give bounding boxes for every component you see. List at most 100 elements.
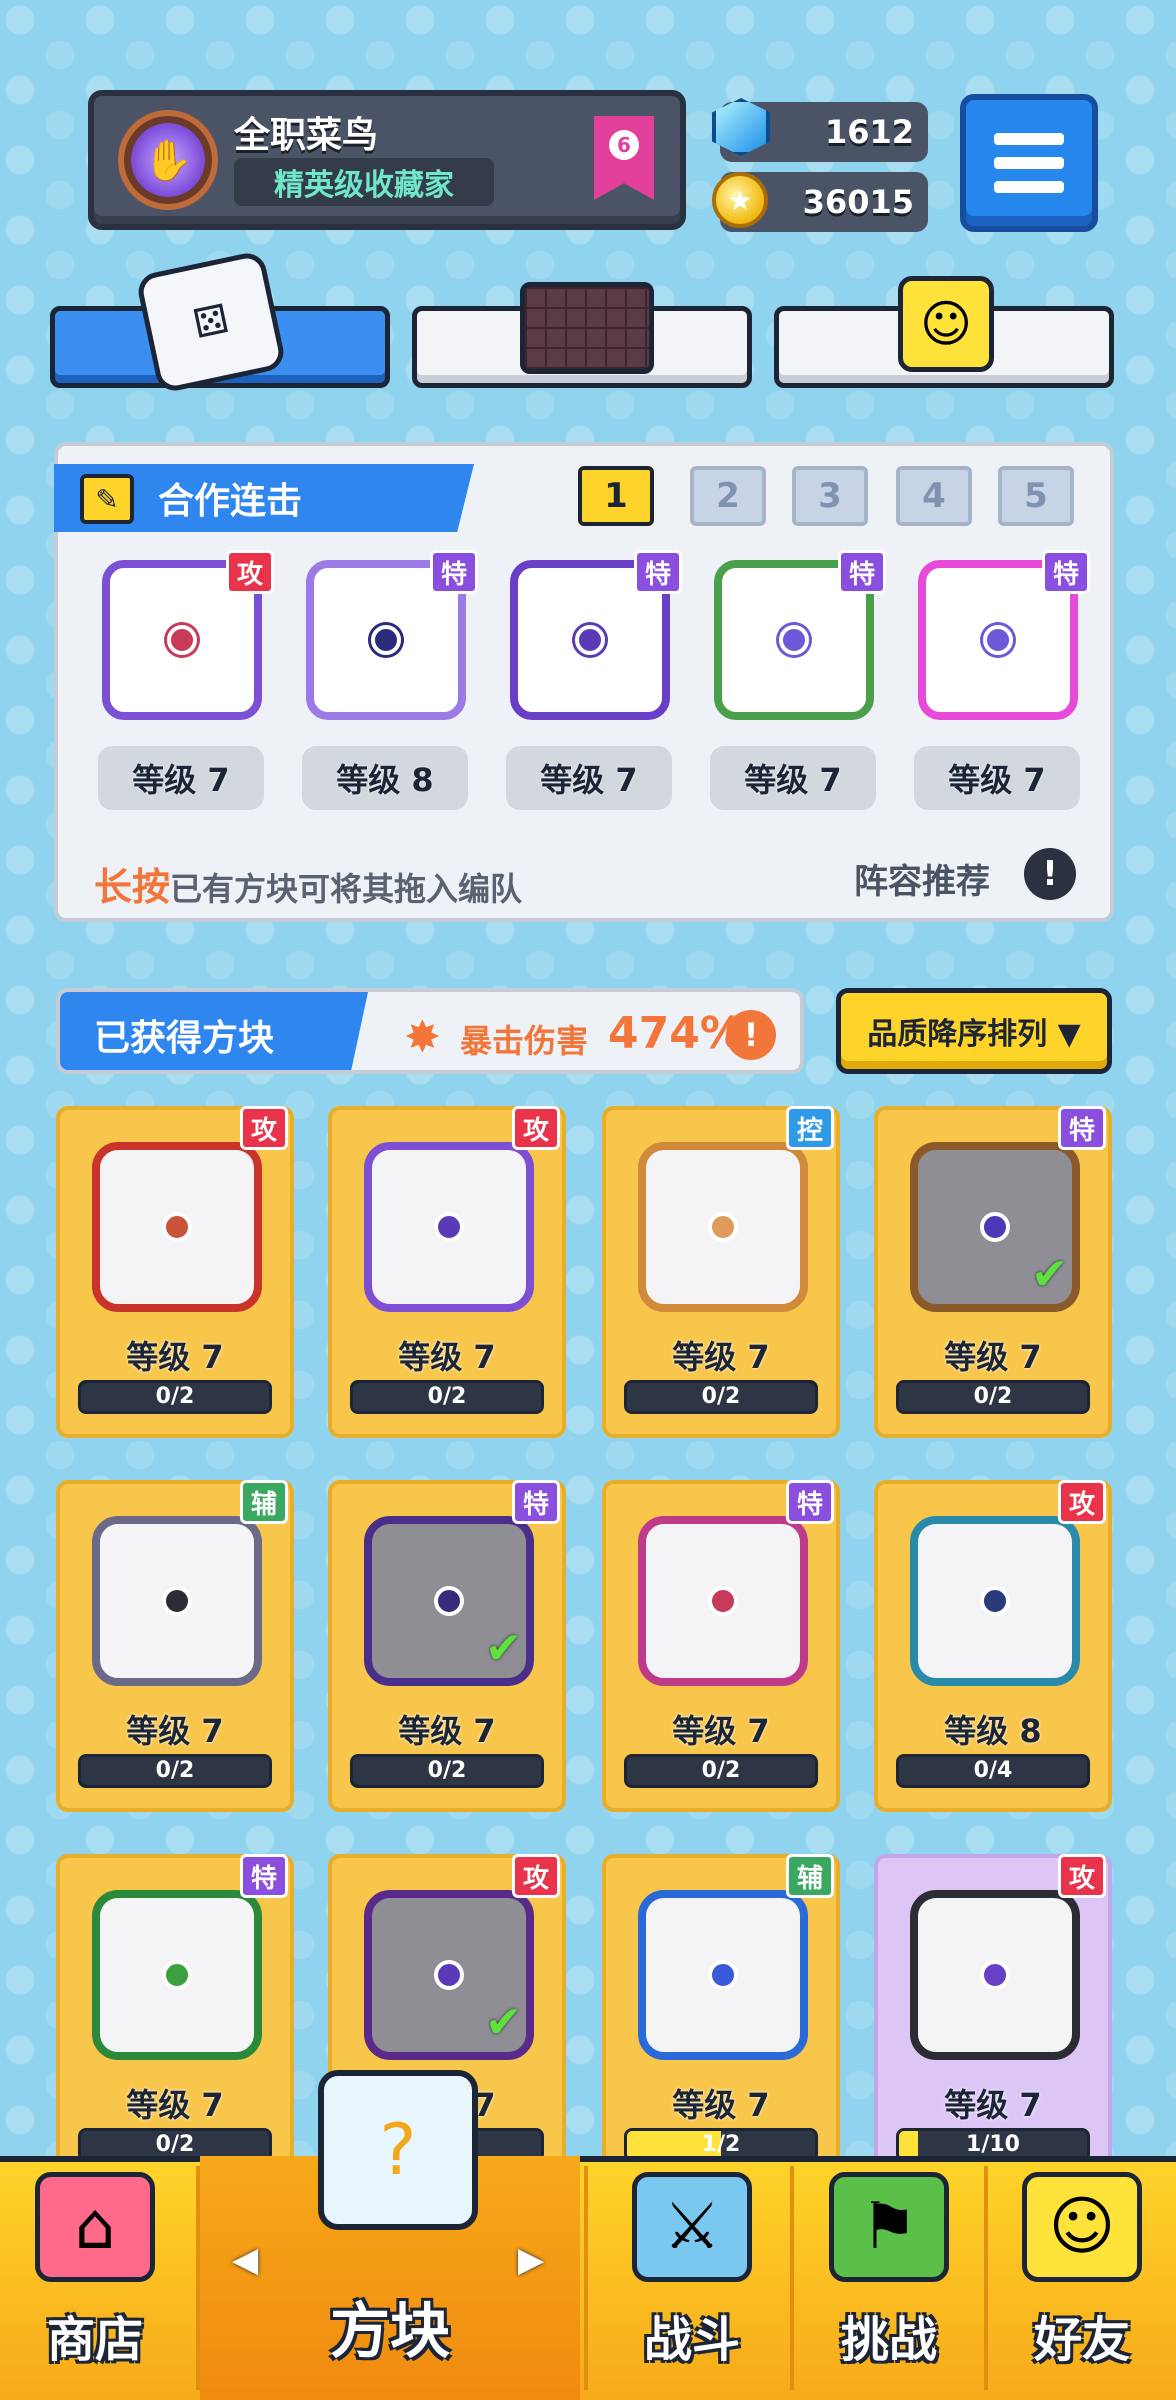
lineup-page-tab-3[interactable]: 3 xyxy=(792,466,868,526)
nav-friends-label: 好友 xyxy=(1033,2312,1130,2368)
block-type-tag: 特 xyxy=(240,1854,288,1898)
collection-block-card[interactable]: 攻等级 8 0/4 xyxy=(874,1480,1112,1812)
block-core-icon xyxy=(434,1586,464,1616)
upgrade-progress-text: 1/10 xyxy=(966,2132,1020,2157)
lineup-recommend-button[interactable]: 阵容推荐 xyxy=(854,854,990,903)
block-core-icon xyxy=(575,625,605,655)
block-art xyxy=(910,1890,1080,2060)
upgrade-progress-text: 0/2 xyxy=(155,2132,195,2157)
slot-level: 等级 8 xyxy=(302,746,468,810)
player-title: 精英级收藏家 xyxy=(234,158,494,206)
nav-challenge-label: 挑战 xyxy=(840,2312,937,2368)
avatar[interactable]: ✋ xyxy=(118,110,218,210)
hint-emphasis: 长按 xyxy=(94,865,171,909)
block-art: ✔ xyxy=(910,1142,1080,1312)
slot-level: 等级 7 xyxy=(98,746,264,810)
in-lineup-check-icon: ✔ xyxy=(485,1623,522,1674)
nav-battle-label: 战斗 xyxy=(643,2312,740,2368)
block-core-icon xyxy=(708,1586,738,1616)
burst-icon: ✸ xyxy=(404,1012,441,1063)
block-level: 等级 7 xyxy=(126,1712,224,1750)
signpost-icon: ⚑ xyxy=(829,2172,949,2282)
lineup-page-tab-5[interactable]: 5 xyxy=(998,466,1074,526)
block-core-icon xyxy=(980,1586,1010,1616)
block-type-tag: 攻 xyxy=(512,1106,560,1150)
crit-damage-label: 暴击伤害 xyxy=(460,1022,589,1060)
menu-button[interactable] xyxy=(960,94,1098,232)
block-type-tag: 特 xyxy=(786,1480,834,1524)
nav-blocks-label: 方块 xyxy=(330,2297,450,2367)
coin-count: 36015 xyxy=(802,183,914,221)
nav-shop[interactable]: ⌂ 商店 xyxy=(0,2156,190,2400)
upgrade-progress-text: 0/2 xyxy=(155,1384,195,1409)
sort-quality-button[interactable]: 品质降序排列 ▼ xyxy=(836,988,1112,1074)
collection-block-card[interactable]: 攻等级 7 1/10 xyxy=(874,1854,1112,2186)
rank-badge[interactable]: 6 xyxy=(594,116,654,200)
upgrade-progress-bar: 0/2 xyxy=(350,1754,544,1788)
block-core-icon xyxy=(162,1586,192,1616)
block-type-tag: 攻 xyxy=(1058,1854,1106,1898)
rank-number: 6 xyxy=(609,130,639,160)
upgrade-progress-text: 0/2 xyxy=(701,1384,741,1409)
menu-line-icon xyxy=(994,157,1064,169)
block-art xyxy=(910,1516,1080,1686)
player-profile-panel[interactable]: ✋ 全职菜鸟 精英级收藏家 6 xyxy=(88,90,686,230)
lineup-page-tab-2[interactable]: 2 xyxy=(690,466,766,526)
upgrade-progress-text: 0/2 xyxy=(427,1384,467,1409)
collection-block-card[interactable]: 特等级 7 0/2 xyxy=(602,1480,840,1812)
collection-block-card[interactable]: ✔ 特等级 7 0/2 xyxy=(874,1106,1112,1438)
lineup-page-tab-4[interactable]: 4 xyxy=(896,466,972,526)
collection-block-card[interactable]: 特等级 7 0/2 xyxy=(56,1854,294,2186)
collection-title: 已获得方块 xyxy=(60,992,368,1070)
block-art xyxy=(364,1142,534,1312)
shield-sword-icon: ⚔ xyxy=(632,2172,752,2282)
drag-hint: 长按已有方块可将其拖入编队 xyxy=(94,856,522,911)
menu-line-icon xyxy=(994,181,1064,193)
slot-level: 等级 7 xyxy=(506,746,672,810)
player-name: 全职菜鸟 xyxy=(234,115,379,156)
collection-block-card[interactable]: 辅等级 7 0/2 xyxy=(56,1480,294,1812)
block-level: 等级 7 xyxy=(944,1338,1042,1376)
shop-icon: ⌂ xyxy=(35,2172,155,2282)
friend-character-icon: ☺ xyxy=(1022,2172,1142,2282)
info-icon[interactable]: ! xyxy=(1024,848,1076,900)
upgrade-progress-text: 0/2 xyxy=(701,1758,741,1783)
coin-icon: ★ xyxy=(712,172,768,228)
upgrade-progress-text: 0/2 xyxy=(155,1758,195,1783)
nav-challenge[interactable]: ⚑ 挑战 xyxy=(794,2156,984,2400)
collection-block-card[interactable]: 辅等级 7 1/2 xyxy=(602,1854,840,2186)
block-level: 等级 8 xyxy=(944,1712,1042,1750)
block-level: 等级 7 xyxy=(672,1338,770,1376)
nav-friends[interactable]: ☺ 好友 xyxy=(988,2156,1176,2400)
collection-block-card[interactable]: 攻等级 7 0/2 xyxy=(56,1106,294,1438)
arrow-left-icon[interactable]: ◀ xyxy=(232,2240,258,2280)
block-level: 等级 7 xyxy=(672,1712,770,1750)
block-core-icon xyxy=(434,1960,464,1990)
block-core-icon xyxy=(779,625,809,655)
block-core-icon xyxy=(434,1212,464,1242)
collection-block-card[interactable]: 攻等级 7 0/2 xyxy=(328,1106,566,1438)
in-lineup-check-icon: ✔ xyxy=(485,1997,522,2048)
upgrade-progress-text: 0/4 xyxy=(973,1758,1013,1783)
arrow-right-icon[interactable]: ▶ xyxy=(518,2240,544,2280)
slot-level: 等级 7 xyxy=(914,746,1080,810)
block-core-icon xyxy=(708,1960,738,1990)
block-art xyxy=(638,1142,808,1312)
collection-block-card[interactable]: ✔ 特等级 7 0/2 xyxy=(328,1480,566,1812)
pencil-icon[interactable]: ✎ xyxy=(80,474,134,524)
info-icon[interactable]: ! xyxy=(726,1010,776,1060)
collection-block-card[interactable]: 控等级 7 0/2 xyxy=(602,1106,840,1438)
board-icon xyxy=(520,282,654,374)
block-art: ✔ xyxy=(364,1890,534,2060)
nav-battle[interactable]: ⚔ 战斗 xyxy=(594,2156,790,2400)
lineup-page-tab-1[interactable]: 1 xyxy=(578,466,654,526)
smiley-face-icon: ☺ xyxy=(898,276,994,372)
block-core-icon xyxy=(708,1212,738,1242)
block-type-tag: 攻 xyxy=(226,550,274,594)
upgrade-progress-bar: 0/2 xyxy=(350,1380,544,1414)
block-type-tag: 辅 xyxy=(240,1480,288,1524)
block-level: 等级 7 xyxy=(126,1338,224,1376)
block-type-tag: 特 xyxy=(838,550,886,594)
upgrade-progress-text: 0/2 xyxy=(973,1384,1013,1409)
block-art xyxy=(92,1890,262,2060)
